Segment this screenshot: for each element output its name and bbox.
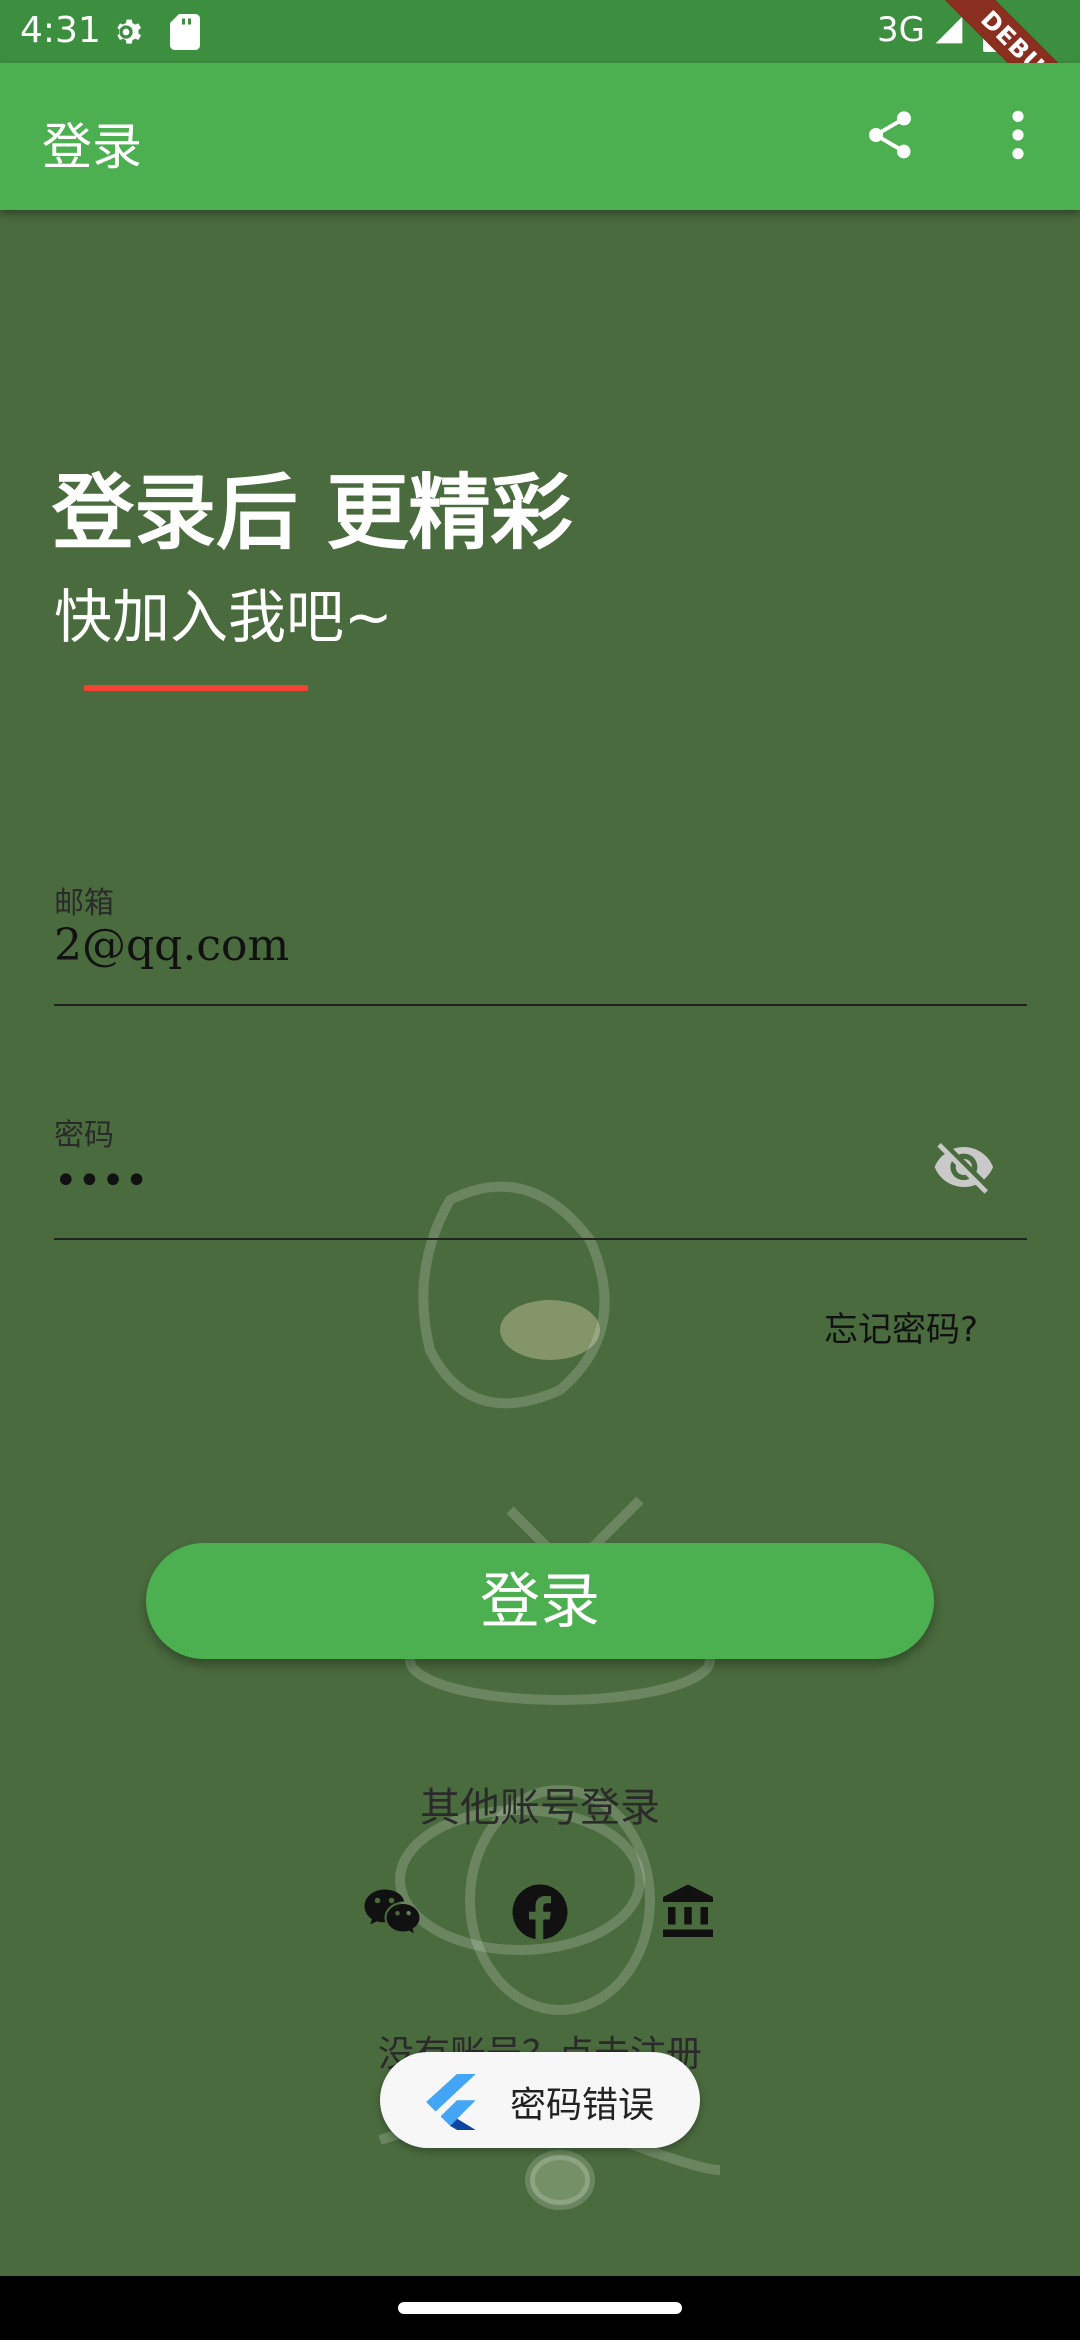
email-label: 邮箱	[54, 886, 114, 921]
status-time: 4:31	[20, 10, 101, 51]
login-button[interactable]: 登录	[146, 1543, 934, 1659]
home-handle[interactable]	[398, 2302, 682, 2314]
other-login-label: 其他账号登录	[420, 1785, 660, 1831]
headline: 登录后 更精彩	[52, 466, 573, 561]
password-field[interactable]: ••••	[54, 1158, 914, 1204]
forgot-password-link[interactable]: 忘记密码?	[824, 1302, 978, 1351]
bank-icon[interactable]	[658, 1882, 718, 1946]
signal-icon	[932, 14, 966, 50]
wechat-icon[interactable]	[362, 1882, 422, 1946]
flutter-logo-icon	[426, 2074, 478, 2134]
network-type: 3G	[877, 10, 925, 50]
share-icon[interactable]	[862, 107, 918, 167]
email-field[interactable]	[54, 920, 914, 971]
toast: 密码错误	[380, 2052, 700, 2148]
accent-underline	[84, 685, 308, 691]
status-bar: 4:31 3G	[0, 0, 1080, 63]
email-underline	[54, 1004, 1027, 1006]
facebook-icon[interactable]	[510, 1882, 570, 1946]
sd-card-icon	[170, 14, 200, 54]
subheadline: 快加入我吧~	[54, 583, 393, 651]
visibility-off-icon[interactable]	[932, 1135, 996, 1203]
app-bar: 登录	[0, 63, 1080, 210]
gear-icon	[106, 12, 146, 56]
toast-message: 密码错误	[510, 2085, 655, 2126]
more-vert-icon[interactable]	[1000, 107, 1036, 167]
password-label: 密码	[54, 1118, 114, 1153]
app-bar-title: 登录	[42, 118, 142, 176]
navigation-bar	[0, 2276, 1080, 2340]
password-underline	[54, 1238, 1027, 1240]
